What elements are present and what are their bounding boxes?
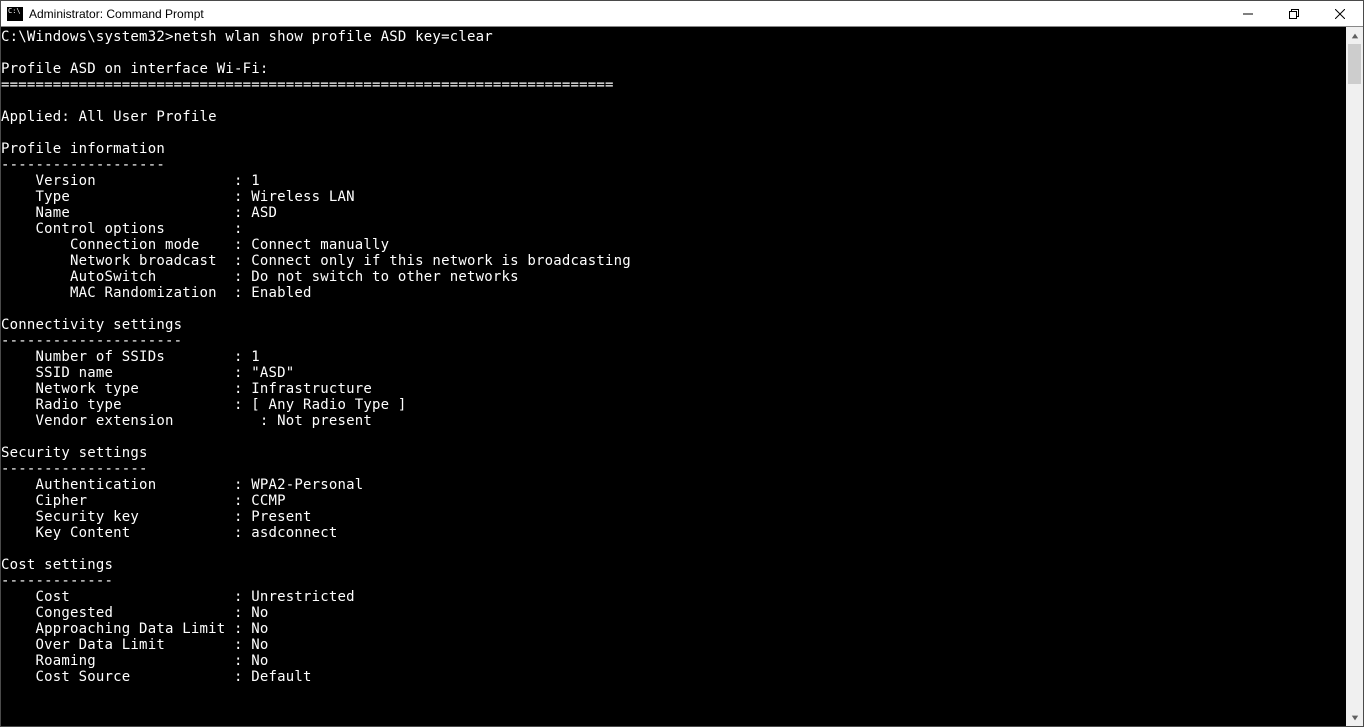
window-controls <box>1225 1 1363 26</box>
cmd-window: Administrator: Command Prompt C:\Windows… <box>0 0 1364 727</box>
close-icon <box>1335 9 1345 19</box>
close-button[interactable] <box>1317 1 1363 26</box>
title-bar: Administrator: Command Prompt <box>1 1 1363 27</box>
maximize-icon <box>1289 9 1299 19</box>
window-title: Administrator: Command Prompt <box>29 7 204 21</box>
client-area: C:\Windows\system32>netsh wlan show prof… <box>1 27 1363 726</box>
maximize-button[interactable] <box>1271 1 1317 26</box>
chevron-down-icon <box>1351 714 1359 722</box>
chevron-up-icon <box>1351 32 1359 40</box>
scrollbar-thumb[interactable] <box>1348 44 1361 84</box>
cmd-icon <box>7 7 23 21</box>
minimize-button[interactable] <box>1225 1 1271 26</box>
vertical-scrollbar[interactable] <box>1346 27 1363 726</box>
scroll-up-button[interactable] <box>1346 27 1363 44</box>
scroll-down-button[interactable] <box>1346 709 1363 726</box>
terminal-output[interactable]: C:\Windows\system32>netsh wlan show prof… <box>1 27 1346 726</box>
minimize-icon <box>1243 9 1253 19</box>
